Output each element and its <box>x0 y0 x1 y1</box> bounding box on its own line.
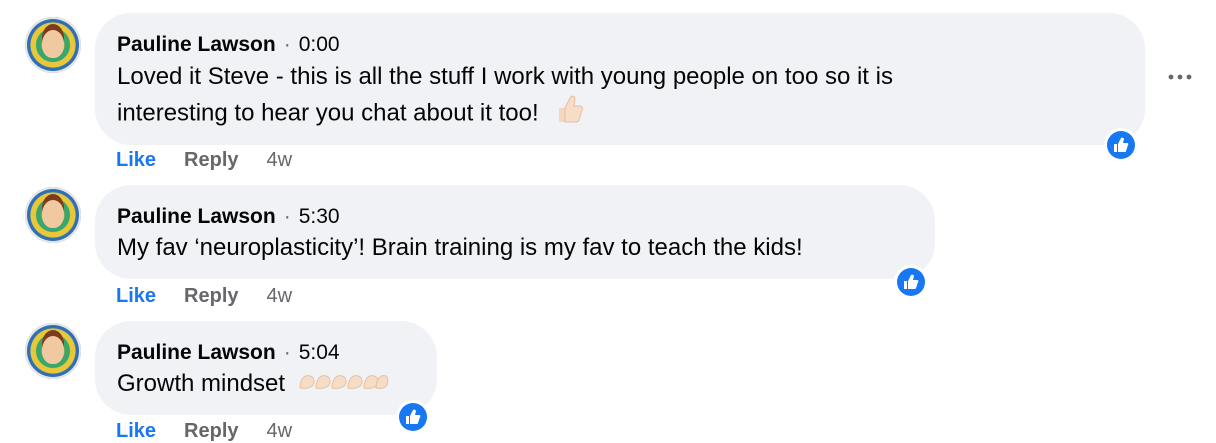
comment-timestamp[interactable]: 5:04 <box>299 341 340 364</box>
more-options-icon[interactable] <box>1168 72 1192 82</box>
comment-text-line-1: Loved it Steve - this is all the stuff I… <box>117 63 893 90</box>
comment-age[interactable]: 4w <box>267 149 293 172</box>
reply-link[interactable]: Reply <box>184 420 238 443</box>
reply-link[interactable]: Reply <box>184 285 238 308</box>
comment-timestamp[interactable]: 5:30 <box>299 205 340 228</box>
flexed-arms-icon <box>298 368 390 402</box>
comment-text-line-1: Growth mindset <box>117 367 390 402</box>
comment-bubble: Pauline Lawson · 5:04 Growth mindset <box>95 321 437 415</box>
separator: · <box>283 33 291 56</box>
comment-header: Pauline Lawson · 5:30 <box>117 205 340 229</box>
comment-author[interactable]: Pauline Lawson <box>117 205 276 228</box>
like-link[interactable]: Like <box>116 149 156 172</box>
thumbs-up-icon <box>555 94 584 134</box>
separator: · <box>283 205 291 228</box>
like-reaction-icon[interactable] <box>894 265 928 299</box>
comment-header: Pauline Lawson · 5:04 <box>117 341 340 365</box>
avatar[interactable] <box>25 187 81 243</box>
comment-header: Pauline Lawson · 0:00 <box>117 33 340 57</box>
comment-age[interactable]: 4w <box>267 420 293 443</box>
comment-timestamp[interactable]: 0:00 <box>299 33 340 56</box>
comment-text-line-1: My fav ‘neuroplasticity’! Brain training… <box>117 234 803 261</box>
comment-text: interesting to hear you chat about it to… <box>117 99 539 127</box>
like-reaction-icon[interactable] <box>1104 128 1138 162</box>
like-link[interactable]: Like <box>116 285 156 308</box>
comment-author[interactable]: Pauline Lawson <box>117 341 276 364</box>
comment-bubble: Pauline Lawson · 0:00 Loved it Steve - thi… <box>95 13 1145 145</box>
comment-author[interactable]: Pauline Lawson <box>117 33 276 56</box>
separator: · <box>283 341 291 364</box>
comment-text-line-2: interesting to hear you chat about it to… <box>117 94 584 134</box>
comment-text: Growth mindset <box>117 370 286 397</box>
comment-actions: Like Reply 4w <box>116 420 292 443</box>
comment-actions: Like Reply 4w <box>116 285 292 308</box>
avatar[interactable] <box>25 17 81 73</box>
comment-age[interactable]: 4w <box>267 285 293 308</box>
comment-actions: Like Reply 4w <box>116 149 292 172</box>
like-reaction-icon[interactable] <box>396 400 430 434</box>
reply-link[interactable]: Reply <box>184 149 238 172</box>
comment-bubble: Pauline Lawson · 5:30 My fav ‘neuroplastic… <box>95 185 935 279</box>
like-link[interactable]: Like <box>116 420 156 443</box>
avatar[interactable] <box>25 323 81 379</box>
